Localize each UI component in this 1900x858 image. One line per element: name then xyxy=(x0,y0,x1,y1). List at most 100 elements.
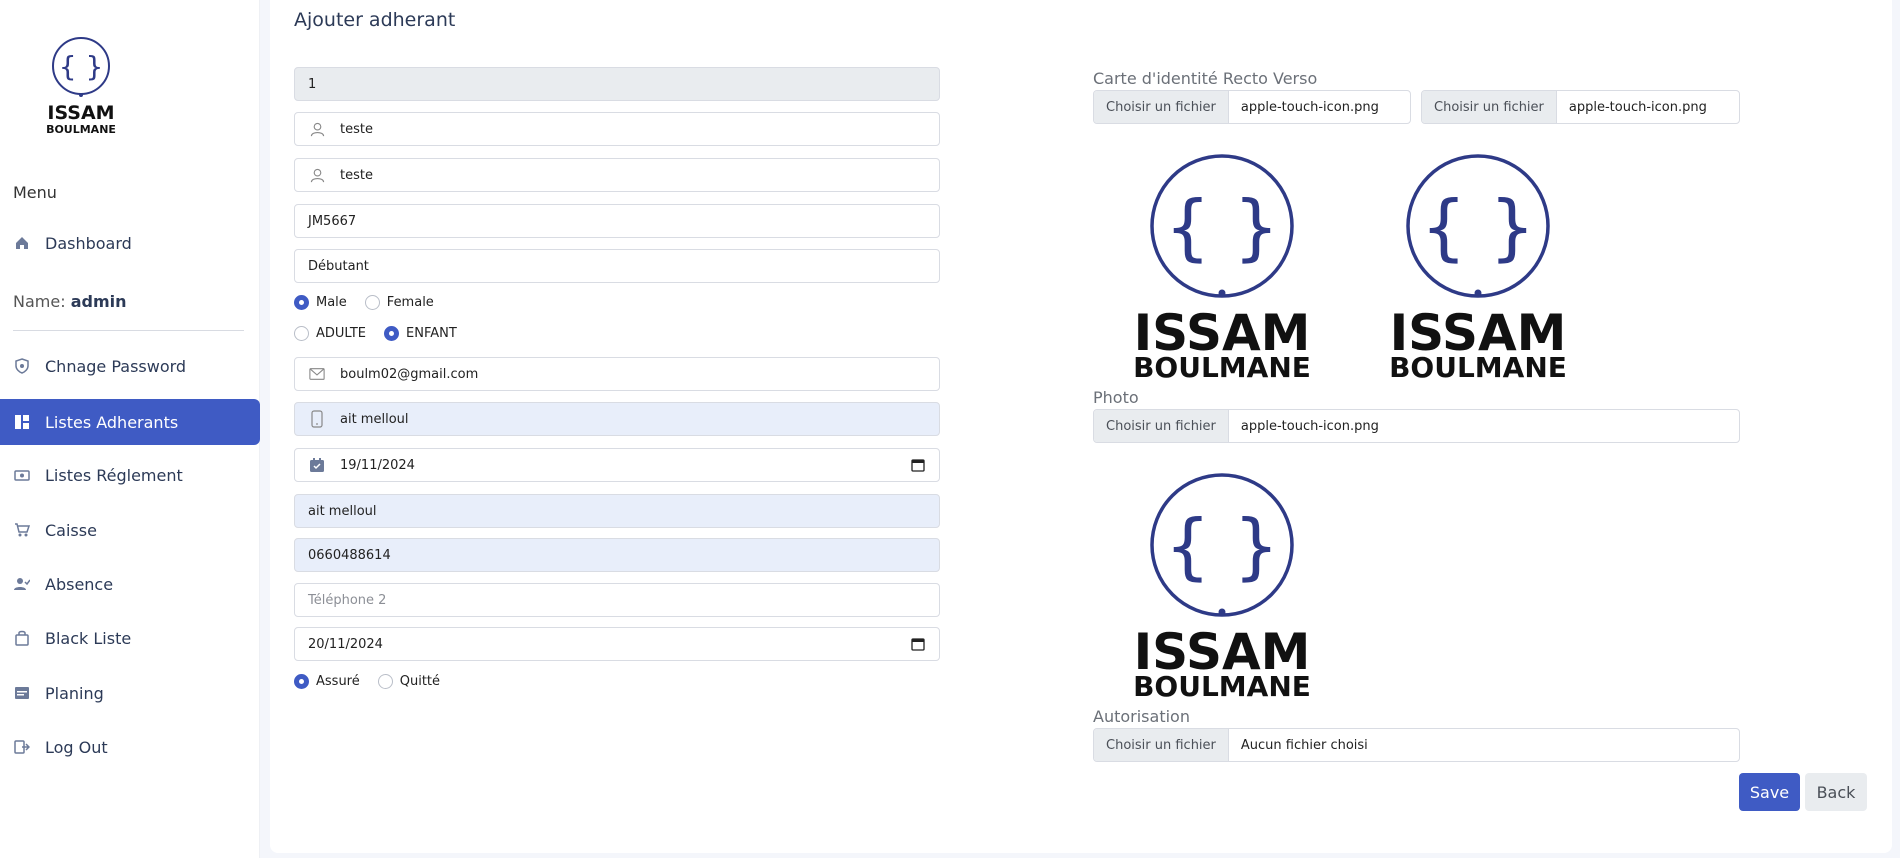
assure-radio[interactable] xyxy=(294,674,309,689)
quitte-option[interactable]: Quitté xyxy=(377,674,441,689)
autorisation-file-input[interactable]: Choisir un fichier Aucun fichier choisi xyxy=(1093,728,1740,762)
nav-label-absence: Absence xyxy=(45,574,114,594)
quitte-radio[interactable] xyxy=(377,674,393,689)
preview-text-bottom: BOULMANE xyxy=(1133,351,1311,380)
bag-icon xyxy=(13,629,31,647)
carte-verso-choose-button[interactable]: Choisir un fichier xyxy=(1422,91,1557,123)
nav-item-absence[interactable]: Absence xyxy=(0,561,260,607)
nav-label-change-password: Chnage Password xyxy=(45,356,187,376)
calendar-picker-icon[interactable] xyxy=(911,637,925,651)
cin-value: JM5667 xyxy=(308,213,357,229)
autorisation-file-name: Aucun fichier choisi xyxy=(1240,737,1368,753)
carte-verso-file-name: apple-touch-icon.png xyxy=(1568,99,1707,115)
carte-recto-choose-button[interactable]: Choisir un fichier xyxy=(1094,91,1229,123)
carte-recto-preview-image: { } ISSAM BOULMANE xyxy=(1133,154,1311,380)
gender-radio-group: Male Female xyxy=(294,295,452,310)
telephone-field[interactable]: 0660488614 xyxy=(294,538,940,572)
carte-label: Carte d'identité Recto Verso xyxy=(1093,69,1318,88)
user-icon xyxy=(309,167,325,183)
telephone2-placeholder: Téléphone 2 xyxy=(308,592,387,608)
photo-label: Photo xyxy=(1093,388,1139,407)
category-radio-group: ADULTE ENFANT xyxy=(294,326,475,341)
assure-option[interactable]: Assuré xyxy=(294,674,360,689)
nav-item-dashboard[interactable]: Dashboard xyxy=(0,220,260,266)
carte-verso-preview-image: { } ISSAM BOULMANE xyxy=(1389,154,1567,380)
gender-male-radio[interactable] xyxy=(294,295,309,310)
carte-recto-file-name: apple-touch-icon.png xyxy=(1240,99,1379,115)
email-field[interactable]: boulm02@gmail.com xyxy=(294,357,940,391)
grid-icon xyxy=(13,413,31,431)
niveau-value: Débutant xyxy=(308,258,369,274)
category-enfant-radio[interactable] xyxy=(384,326,400,341)
cin-field[interactable]: JM5667 xyxy=(294,204,940,238)
autorisation-label: Autorisation xyxy=(1093,707,1190,726)
ville-value: ait melloul xyxy=(308,503,377,519)
prenom-field[interactable]: teste xyxy=(294,158,940,192)
date-naissance-field[interactable]: 19/11/2024 xyxy=(294,448,940,482)
svg-text:{ }: { } xyxy=(59,50,104,83)
photo-choose-button[interactable]: Choisir un fichier xyxy=(1094,410,1229,442)
id-field[interactable]: 1 xyxy=(294,67,940,101)
back-button[interactable]: Back xyxy=(1805,773,1867,811)
gender-male-option[interactable]: Male xyxy=(294,295,347,310)
category-adulte-option[interactable]: ADULTE xyxy=(294,326,366,341)
nav-label-listes-adherants: Listes Adherants xyxy=(45,412,179,432)
telephone2-field[interactable]: Téléphone 2 xyxy=(294,583,940,617)
carte-recto-file-input[interactable]: Choisir un fichier apple-touch-icon.png xyxy=(1093,90,1411,124)
envelope-icon xyxy=(309,366,325,382)
category-adulte-label: ADULTE xyxy=(316,326,367,341)
nav-label-caisse: Caisse xyxy=(45,520,97,540)
cart-icon xyxy=(13,521,31,539)
calendar-check-icon xyxy=(309,457,325,473)
gender-female-option[interactable]: Female xyxy=(364,295,434,310)
phone-icon xyxy=(309,410,325,428)
sidebar: { } ISSAM BOULMANE Menu Dashboard Name: … xyxy=(0,0,260,858)
category-enfant-label: ENFANT xyxy=(406,326,457,341)
sidebar-divider xyxy=(13,330,244,331)
gender-female-radio[interactable] xyxy=(364,295,380,310)
nav-label-planing: Planing xyxy=(45,683,104,703)
carte-verso-file-input[interactable]: Choisir un fichier apple-touch-icon.png xyxy=(1421,90,1740,124)
nav-label-log-out: Log Out xyxy=(45,737,108,757)
prenom-value: teste xyxy=(340,167,373,183)
email-value: boulm02@gmail.com xyxy=(340,366,479,382)
nav-item-listes-adherants[interactable]: Listes Adherants xyxy=(0,399,260,445)
user-name-row: Name: admin xyxy=(13,292,126,311)
nav-item-log-out[interactable]: Log Out xyxy=(0,724,260,770)
quitte-label: Quitté xyxy=(399,674,441,689)
gender-male-label: Male xyxy=(316,295,347,310)
preview-text-bottom: BOULMANE xyxy=(1389,351,1567,380)
photo-file-input[interactable]: Choisir un fichier apple-touch-icon.png xyxy=(1093,409,1740,443)
money-icon xyxy=(13,466,31,484)
category-enfant-option[interactable]: ENFANT xyxy=(384,326,457,341)
assure-label: Assuré xyxy=(316,674,360,689)
save-button[interactable]: Save xyxy=(1739,773,1800,811)
nav-label-dashboard: Dashboard xyxy=(45,233,132,253)
autorisation-choose-button[interactable]: Choisir un fichier xyxy=(1094,729,1229,761)
user-check-icon xyxy=(13,575,31,593)
date-inscription-field[interactable]: 20/11/2024 xyxy=(294,627,940,661)
nav-item-planing[interactable]: Planing xyxy=(0,670,260,716)
nav-item-change-password[interactable]: Chnage Password xyxy=(0,343,260,389)
nom-value: teste xyxy=(340,121,373,137)
menu-heading: Menu xyxy=(13,183,57,202)
adresse-field[interactable]: ait melloul xyxy=(294,402,940,436)
logout-icon xyxy=(13,738,31,756)
calendar-picker-icon[interactable] xyxy=(911,458,925,472)
telephone-value: 0660488614 xyxy=(308,547,391,563)
svg-text:{ }: { } xyxy=(1165,185,1280,269)
date-naissance-value: 19/11/2024 xyxy=(340,457,415,473)
ville-field[interactable]: ait melloul xyxy=(294,494,940,528)
nav-label-black-liste: Black Liste xyxy=(45,628,132,648)
nav-item-black-liste[interactable]: Black Liste xyxy=(0,615,260,661)
nav-item-listes-reglement[interactable]: Listes Réglement xyxy=(0,452,260,498)
brand-logo: { } ISSAM BOULMANE xyxy=(46,37,116,136)
name-value: admin xyxy=(70,292,127,311)
id-value: 1 xyxy=(308,76,317,92)
nav-item-caisse[interactable]: Caisse xyxy=(0,507,260,553)
niveau-field[interactable]: Débutant xyxy=(294,249,940,283)
home-icon xyxy=(13,234,31,252)
nom-field[interactable]: teste xyxy=(294,112,940,146)
category-adulte-radio[interactable] xyxy=(294,326,309,341)
gender-female-label: Female xyxy=(386,295,434,310)
